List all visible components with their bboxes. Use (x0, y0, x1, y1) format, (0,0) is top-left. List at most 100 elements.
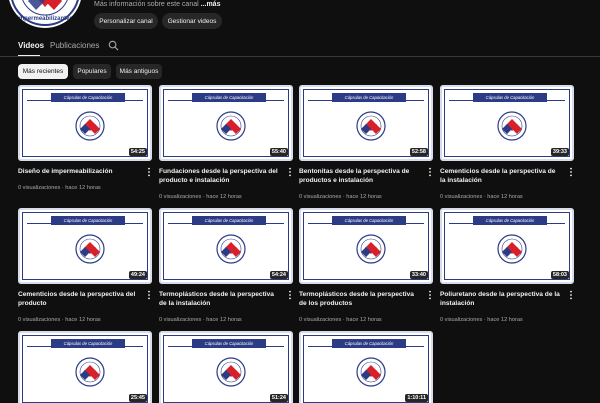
video-duration: 51:24 (269, 394, 288, 402)
thumbnail-banner: Cápsulas de Capacitación (192, 93, 266, 102)
video-thumbnail[interactable]: Cápsulas de Capacitación 25:45 (18, 331, 152, 403)
video-metadata: 0 visualizaciones · hace 12 horas (18, 185, 101, 191)
video-duration: 58:03 (550, 271, 569, 279)
more-actions-icon[interactable] (568, 290, 574, 300)
thumbnail-frame: Cápsulas de Capacitación (303, 212, 429, 280)
more-actions-icon[interactable] (568, 167, 574, 177)
filter-chip-oldest[interactable]: Más antiguos (116, 64, 162, 79)
upload-age: hace 12 horas (65, 317, 101, 323)
video-metadata: 0 visualizaciones · hace 12 horas (159, 317, 242, 323)
upload-age: hace 12 horas (206, 194, 242, 200)
more-actions-icon[interactable] (427, 167, 433, 177)
view-count: 0 visualizaciones (18, 185, 61, 191)
video-thumbnail[interactable]: Cápsulas de Capacitación 54:24 (159, 208, 293, 284)
upload-age: hace 12 horas (487, 194, 523, 200)
view-count: 0 visualizaciones (18, 317, 61, 323)
video-thumbnail[interactable]: Cápsulas de Capacitación 33:40 (299, 208, 433, 284)
brand-logo-icon (216, 357, 246, 387)
thumbnail-banner: Cápsulas de Capacitación (332, 93, 406, 102)
tabs-divider (0, 56, 600, 57)
filter-chip-popular[interactable]: Populares (73, 64, 111, 79)
search-icon[interactable] (108, 40, 119, 51)
upload-age: hace 12 horas (346, 317, 382, 323)
thumbnail-banner: Cápsulas de Capacitación (332, 216, 406, 225)
more-actions-icon[interactable] (146, 167, 152, 177)
more-info-text: Más información sobre este canal (94, 1, 199, 8)
thumbnail-frame: Cápsulas de Capacitación (163, 89, 289, 157)
video-title[interactable]: Cementicios desde la perspectiva de la i… (440, 167, 562, 185)
more-actions-icon[interactable] (287, 290, 293, 300)
video-duration: 52:58 (409, 148, 428, 156)
video-duration: 55:40 (269, 148, 288, 156)
thumbnail-banner: Cápsulas de Capacitación (51, 339, 125, 348)
thumbnail-frame: Cápsulas de Capacitación (22, 212, 148, 280)
video-thumbnail[interactable]: Cápsulas de Capacitación 39:33 (440, 85, 574, 161)
upload-age: hace 12 horas (65, 185, 101, 191)
thumbnail-banner: Cápsulas de Capacitación (51, 216, 125, 225)
thumbnail-frame: Cápsulas de Capacitación (163, 335, 289, 403)
more-actions-icon[interactable] (427, 290, 433, 300)
video-title[interactable]: Poliuretano desde la perspectiva de la i… (440, 290, 562, 308)
video-metadata: 0 visualizaciones · hace 12 horas (299, 317, 382, 323)
video-title[interactable]: Termoplásticos desde la perspectiva de l… (159, 290, 281, 308)
brand-logo-icon (356, 234, 386, 264)
brand-logo-icon (75, 111, 105, 141)
video-thumbnail[interactable]: Cápsulas de Capacitación 54:25 (18, 85, 152, 161)
tab-publicaciones[interactable]: Publicaciones (50, 41, 99, 50)
more-actions-icon[interactable] (287, 167, 293, 177)
video-thumbnail[interactable]: Cápsulas de Capacitación 55:40 (159, 85, 293, 161)
video-metadata: 0 visualizaciones · hace 12 horas (299, 194, 382, 200)
video-title[interactable]: Diseño de impermeabilización (18, 167, 140, 176)
logo-text: Impermeabilizantes (17, 16, 73, 22)
thumbnail-frame: Cápsulas de Capacitación (444, 89, 570, 157)
video-thumbnail[interactable]: Cápsulas de Capacitación 51:24 (159, 331, 293, 403)
brand-logo-icon (75, 357, 105, 387)
channel-more-info[interactable]: Más información sobre este canal ...más (94, 1, 220, 8)
video-title[interactable]: Cementicios desde la perspectiva del pro… (18, 290, 140, 308)
upload-age: hace 12 horas (487, 317, 523, 323)
more-actions-icon[interactable] (146, 290, 152, 300)
view-count: 0 visualizaciones (299, 317, 342, 323)
channel-avatar[interactable]: Impermeabilizantes (8, 0, 82, 28)
video-thumbnail[interactable]: Cápsulas de Capacitación 49:24 (18, 208, 152, 284)
thumbnail-frame: Cápsulas de Capacitación (444, 212, 570, 280)
video-title[interactable]: Termoplásticos desde la perspectiva de l… (299, 290, 421, 308)
thumbnail-banner: Cápsulas de Capacitación (332, 339, 406, 348)
brand-logo-icon (216, 111, 246, 141)
video-duration: 39:33 (550, 148, 569, 156)
manage-videos-button[interactable]: Gestionar videos (162, 13, 222, 29)
video-duration: 54:24 (269, 271, 288, 279)
video-title[interactable]: Fundaciones desde la perspectiva del pro… (159, 167, 281, 185)
filter-chip-recent[interactable]: Más recientes (18, 64, 68, 79)
thumbnail-banner: Cápsulas de Capacitación (473, 93, 547, 102)
upload-age: hace 12 horas (206, 317, 242, 323)
video-metadata: 0 visualizaciones · hace 12 horas (18, 317, 101, 323)
brand-logo-icon (497, 111, 527, 141)
thumbnail-banner: Cápsulas de Capacitación (192, 216, 266, 225)
video-thumbnail[interactable]: Cápsulas de Capacitación 58:03 (440, 208, 574, 284)
thumbnail-frame: Cápsulas de Capacitación (22, 89, 148, 157)
video-duration: 33:40 (409, 271, 428, 279)
thumbnail-banner: Cápsulas de Capacitación (51, 93, 125, 102)
view-count: 0 visualizaciones (440, 317, 483, 323)
more-link[interactable]: ...más (201, 1, 221, 8)
video-duration: 25:45 (128, 394, 147, 402)
video-metadata: 0 visualizaciones · hace 12 horas (440, 194, 523, 200)
upload-age: hace 12 horas (346, 194, 382, 200)
thumbnail-banner: Cápsulas de Capacitación (473, 216, 547, 225)
brand-logo-icon (216, 234, 246, 264)
video-title[interactable]: Bentonitas desde la perspectiva de produ… (299, 167, 421, 185)
thumbnail-frame: Cápsulas de Capacitación (303, 335, 429, 403)
thumbnail-frame: Cápsulas de Capacitación (303, 89, 429, 157)
channel-logo-icon: Impermeabilizantes (11, 0, 79, 26)
tab-videos[interactable]: Videos (18, 41, 44, 50)
view-count: 0 visualizaciones (159, 194, 202, 200)
video-thumbnail[interactable]: Cápsulas de Capacitación 1:10:11 (299, 331, 433, 403)
video-duration: 49:24 (128, 271, 147, 279)
video-duration: 54:25 (128, 148, 147, 156)
video-thumbnail[interactable]: Cápsulas de Capacitación 52:58 (299, 85, 433, 161)
video-metadata: 0 visualizaciones · hace 12 horas (440, 317, 523, 323)
thumbnail-frame: Cápsulas de Capacitación (22, 335, 148, 403)
customize-channel-button[interactable]: Personalizar canal (94, 13, 158, 29)
brand-logo-icon (356, 111, 386, 141)
